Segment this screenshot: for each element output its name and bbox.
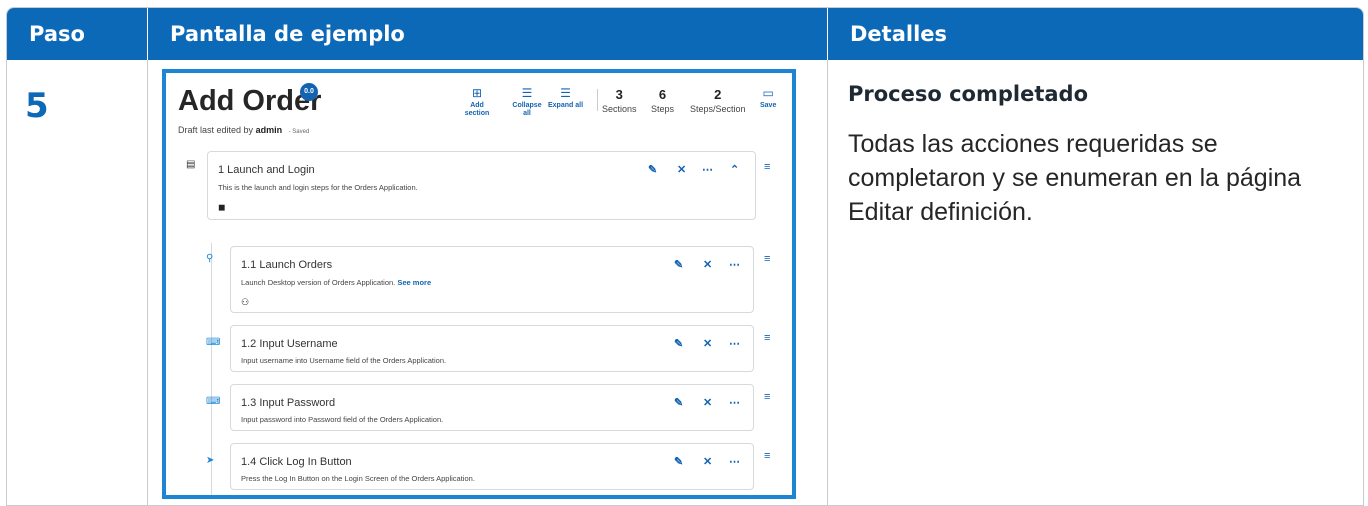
chevron-up-icon[interactable]: ⌃ [730,163,739,176]
add-section-icon: ⊞ [471,86,483,100]
keyboard-icon: ⌨ [206,396,221,407]
document-icon: ▤ [186,159,196,170]
step-description: Input username into Username field of th… [241,356,447,365]
stat-steps-per-section: 2 Steps/Section [690,87,746,114]
section-description: This is the launch and login steps for t… [218,183,418,192]
step-title: 1.3 Input Password [241,397,336,409]
step-card[interactable]: 1.1 Launch Orders Launch Desktop version… [230,246,754,313]
toolbar-divider [597,89,598,111]
collapse-icon: ☰ [521,86,533,100]
stat-steps-per-section-label: Steps/Section [690,104,746,114]
more-icon[interactable]: ⋯ [702,163,713,176]
step-title: 1.1 Launch Orders [241,259,333,271]
step-card[interactable]: 1.4 Click Log In Button Press the Log In… [230,443,754,490]
step-title: 1.4 Click Log In Button [241,456,352,468]
step-description: Launch Desktop version of Orders Applica… [241,278,431,287]
draft-status: Draft last edited by admin - Saved [178,125,309,135]
stat-sections: 3 Sections [602,87,637,114]
edit-icon[interactable]: ✎ [674,455,683,468]
step-description: Press the Log In Button on the Login Scr… [241,474,475,483]
delete-icon[interactable]: ✕ [703,396,712,409]
save-button[interactable]: ▭ Save [760,86,777,110]
details-title: Proceso completado [848,82,1089,106]
stat-steps-label: Steps [651,104,675,114]
edit-icon[interactable]: ✎ [674,396,683,409]
version-badge: 0.0 [300,83,318,101]
stat-steps: 6 Steps [651,87,674,114]
cursor-icon: ➤ [206,455,215,466]
delete-icon[interactable]: ✕ [703,337,712,350]
more-icon[interactable]: ⋯ [729,455,740,468]
expand-all-button[interactable]: ☰ Expand all [548,86,584,110]
stat-sections-value: 3 [615,87,623,102]
instruction-table: Paso Pantalla de ejemplo Detalles 5 Add … [6,7,1364,506]
drag-handle-icon[interactable]: ≡ [764,253,770,265]
collapse-all-label: Collapse all [512,102,542,117]
screen-cell: Add Order 0.0 Draft last edited by admin… [147,60,827,505]
saved-label: Saved [292,129,310,135]
step-card[interactable]: 1.3 Input Password Input password into P… [230,384,754,431]
stat-steps-value: 6 [658,87,667,102]
delete-icon[interactable]: ✕ [677,163,686,176]
example-screenshot: Add Order 0.0 Draft last edited by admin… [162,69,796,499]
edit-icon[interactable]: ✎ [674,258,683,271]
drag-handle-icon[interactable]: ≡ [764,332,770,344]
edit-icon[interactable]: ✎ [648,163,657,176]
step-number: 5 [25,86,49,126]
expand-all-label: Expand all [548,102,584,110]
saved-status: - Saved [288,129,310,135]
delete-icon[interactable]: ✕ [703,258,712,271]
more-icon[interactable]: ⋯ [729,258,740,271]
add-section-label: Add section [464,102,490,117]
drag-handle-icon[interactable]: ≡ [764,391,770,403]
more-icon[interactable]: ⋯ [729,337,740,350]
step-card[interactable]: 1.2 Input Username Input username into U… [230,325,754,372]
folder-icon: ▭ [762,86,774,100]
expand-icon: ☰ [560,86,571,100]
user-icon: ⚇ [241,297,250,307]
draft-prefix: Draft last edited by [178,125,254,135]
step-cell: 5 [7,60,147,505]
details-cell: Proceso completado Todas las acciones re… [827,60,1363,505]
details-text: Todas las acciones requeridas se complet… [848,130,1302,226]
step-title: 1.2 Input Username [241,338,338,350]
table-header: Paso Pantalla de ejemplo Detalles [7,8,1363,60]
draft-user: admin [255,125,283,135]
header-screen: Pantalla de ejemplo [147,8,827,60]
stat-sections-label: Sections [602,104,637,114]
section-title: 1 Launch and Login [218,164,315,176]
keyboard-icon: ⌨ [206,337,221,348]
delete-icon[interactable]: ✕ [703,455,712,468]
launch-icon: ⚲ [206,253,214,264]
step-description: Input password into Password field of th… [241,415,444,424]
edit-icon[interactable]: ✎ [674,337,683,350]
save-label: Save [760,102,777,110]
drag-handle-icon[interactable]: ≡ [764,161,770,173]
application-icon: ◼ [218,202,226,212]
drag-handle-icon[interactable]: ≡ [764,450,770,462]
header-step: Paso [29,22,85,46]
step-description-text: Launch Desktop version of Orders Applica… [241,278,396,287]
section-card[interactable]: 1 Launch and Login This is the launch an… [207,151,756,220]
collapse-all-button[interactable]: ☰ Collapse all [512,86,542,118]
add-section-button[interactable]: ⊞ Add section [464,86,490,118]
stat-steps-per-section-value: 2 [714,87,722,102]
more-icon[interactable]: ⋯ [729,396,740,409]
see-more-link[interactable]: See more [397,278,431,287]
header-details: Detalles [827,8,1363,60]
